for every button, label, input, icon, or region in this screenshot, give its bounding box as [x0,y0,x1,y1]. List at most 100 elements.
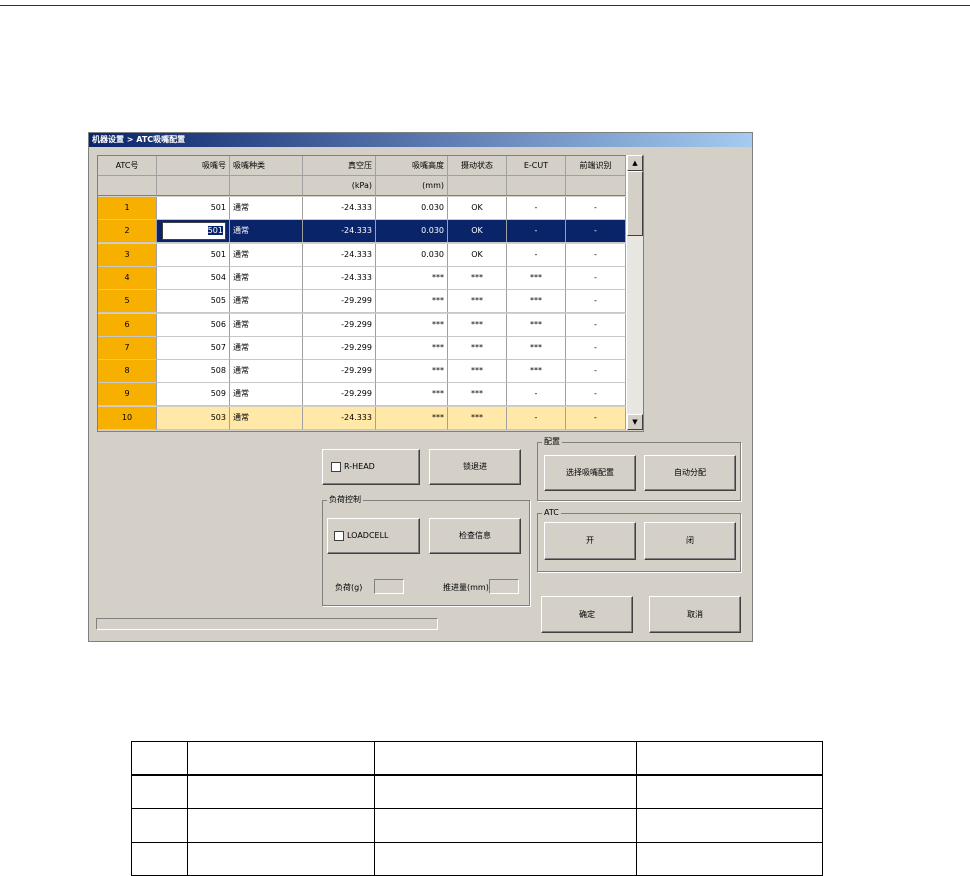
grid-scrollbar[interactable]: ▲ ▼ [626,155,643,430]
rhead-label: R-HEAD [344,462,375,471]
cell-vacuum: -24.333 [303,406,376,430]
nozzle-no-editbox[interactable]: 501 [162,222,226,241]
unit-tip-recognition [566,176,626,196]
header-e-cut: E-CUT [507,156,566,176]
cell-e-cut: - [507,406,566,430]
cell-nozzle-no[interactable]: 507 [157,336,230,360]
cell-nozzle-type: 通常 [230,266,303,290]
nozzle-grid[interactable]: ATC号 吸嘴号 吸嘴种类 真空压 吸嘴高度 摄动状态 E-CUT 前端识别 (kPa) (mm)… [97,155,644,432]
header-nozzle-no: 吸嘴号 [157,156,230,176]
cell-nozzle-type: 通常 [230,220,303,244]
cancel-button[interactable]: 取消 [649,596,741,633]
unit-nozzle-no [157,176,230,196]
cell-atc-no: 5 [98,290,157,314]
cell-e-cut: *** [507,360,566,384]
cell-perturb-status: *** [448,313,507,337]
unit-atc-no [98,176,157,196]
header-vacuum: 真空压 [303,156,376,176]
load-control-label: 负荷控制 [327,495,363,505]
cell-nozzle-no[interactable]: 501 [157,220,230,244]
cell-tip-recognition: - [566,243,626,267]
cell-atc-no: 1 [98,197,157,220]
nozzle-no-edit-text: 501 [207,226,223,236]
cell-nozzle-no[interactable]: 501 [157,243,230,267]
cell-vacuum: -24.333 [303,266,376,290]
cell-atc-no: 8 [98,360,157,384]
cell-atc-no: 4 [98,266,157,290]
cell-vacuum: -29.299 [303,290,376,314]
cell-nozzle-height: *** [376,313,448,337]
rhead-checkbox-button[interactable]: R-HEAD [322,449,420,485]
cell-perturb-status: *** [448,406,507,430]
atc-open-button[interactable]: 开 [544,522,636,560]
cell-nozzle-no[interactable]: 508 [157,360,230,384]
cell-e-cut: *** [507,336,566,360]
loadcell-checkbox[interactable] [334,530,344,541]
cell-atc-no: 10 [98,406,157,430]
cell-nozzle-no[interactable]: 509 [157,383,230,407]
load-label: 负荷(g) [335,583,363,592]
header-perturb-status: 摄动状态 [448,156,507,176]
atc-group-label: ATC [542,508,561,518]
cell-nozzle-height: *** [376,290,448,314]
check-info-button[interactable]: 检查信息 [429,518,521,554]
cell-nozzle-height: 0.030 [376,243,448,267]
scroll-up-icon[interactable]: ▲ [627,155,643,171]
ok-button[interactable]: 确定 [541,596,633,633]
rhead-checkbox[interactable] [331,461,341,472]
cell-nozzle-no[interactable]: 501 [157,197,230,220]
cell-e-cut: - [507,220,566,244]
cell-vacuum: -29.299 [303,360,376,384]
cell-nozzle-height: 0.030 [376,197,448,220]
loadcell-label: LOADCELL [347,531,389,540]
cell-vacuum: -29.299 [303,313,376,337]
cell-perturb-status: OK [448,197,507,220]
atc-close-button[interactable]: 闭 [644,522,736,560]
cell-nozzle-no[interactable]: 503 [157,406,230,430]
cell-nozzle-no[interactable]: 505 [157,290,230,314]
cell-nozzle-no[interactable]: 504 [157,266,230,290]
auto-assign-button[interactable]: 自动分配 [644,455,736,491]
advance-field[interactable] [489,579,519,594]
window-title: 机器设置 > ATC吸嘴配置 [89,133,752,147]
cell-nozzle-height: *** [376,360,448,384]
header-atc-no: ATC号 [98,156,157,176]
header-tip-recognition: 前端识别 [566,156,626,176]
atc-nozzle-config-dialog: 机器设置 > ATC吸嘴配置 ATC号 吸嘴号 吸嘴种类 真空压 吸嘴高度 摄动状态 E-C… [88,132,753,642]
table-row [131,774,823,810]
cell-e-cut: *** [507,313,566,337]
unit-nozzle-height: (mm) [376,176,448,196]
document-table [131,740,823,876]
cell-tip-recognition: - [566,197,626,220]
cell-tip-recognition: - [566,360,626,384]
cell-vacuum: -24.333 [303,243,376,267]
retract-button[interactable]: 锁退进 [429,449,521,485]
cell-nozzle-no[interactable]: 506 [157,313,230,337]
cell-nozzle-type: 通常 [230,290,303,314]
cell-tip-recognition: - [566,406,626,430]
unit-vacuum: (kPa) [303,176,376,196]
loadcell-checkbox-button[interactable]: LOADCELL [327,518,420,554]
header-nozzle-type: 吸嘴种类 [230,156,303,176]
cell-nozzle-type: 通常 [230,383,303,407]
select-nozzle-config-button[interactable]: 选择吸嘴配置 [544,455,636,491]
cell-atc-no: 9 [98,383,157,407]
cell-perturb-status: *** [448,290,507,314]
load-field[interactable] [374,579,404,594]
scroll-down-icon[interactable]: ▼ [627,414,643,430]
cell-e-cut: *** [507,266,566,290]
cell-e-cut: - [507,383,566,407]
cell-nozzle-height: *** [376,383,448,407]
cell-vacuum: -29.299 [303,336,376,360]
unit-nozzle-type [230,176,303,196]
cell-vacuum: -29.299 [303,383,376,407]
scroll-thumb[interactable] [627,171,643,236]
cell-nozzle-type: 通常 [230,406,303,430]
cell-tip-recognition: - [566,266,626,290]
cell-tip-recognition: - [566,220,626,244]
cell-atc-no: 3 [98,243,157,267]
cell-atc-no: 6 [98,313,157,337]
cell-e-cut: - [507,243,566,267]
cell-nozzle-type: 通常 [230,197,303,220]
config-group-label: 配置 [542,437,562,447]
